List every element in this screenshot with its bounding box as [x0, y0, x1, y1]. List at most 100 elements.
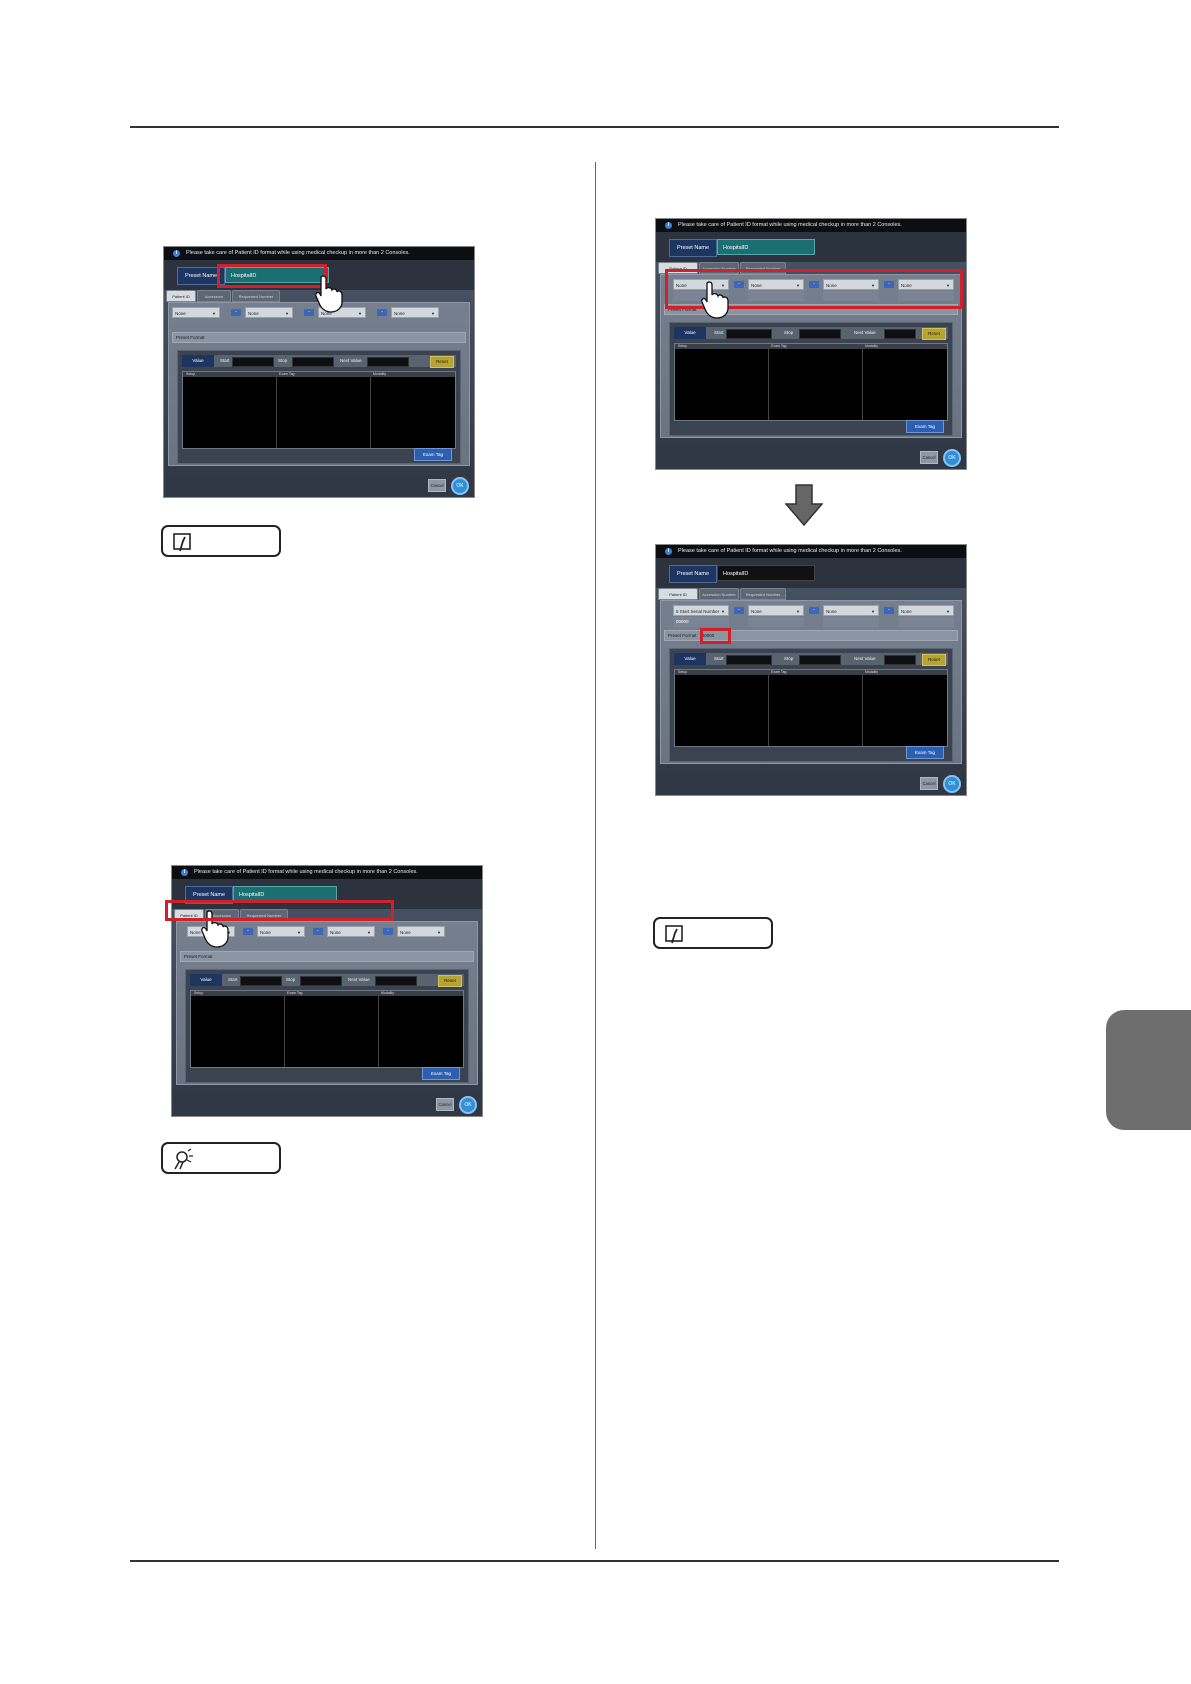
ok-button[interactable]: OK [459, 1096, 477, 1114]
separator-button-1[interactable]: - [231, 309, 241, 316]
separator-button-2[interactable]: - [313, 928, 323, 935]
reset-button[interactable]: Reset [438, 975, 462, 987]
separator-button-1[interactable]: - [243, 928, 253, 935]
notice-bar: i Please take care of Patient ID format w… [656, 545, 966, 558]
reset-button[interactable]: Reset [922, 654, 946, 666]
format-field-2[interactable]: None ▼ [245, 307, 293, 318]
next-value-label: Next Value [348, 977, 370, 982]
col-exam-tag: Exam Tag [771, 344, 787, 348]
footer-bar: Cancel OK [164, 474, 474, 497]
stop-label: Stop [784, 330, 794, 335]
start-input[interactable] [232, 357, 274, 367]
separator-button-2[interactable]: - [809, 607, 819, 614]
preset-name-label: Preset Name [669, 239, 717, 257]
separator-button-3[interactable]: - [377, 309, 387, 316]
value-button[interactable]: Value [674, 653, 706, 665]
memo-icon [173, 533, 191, 552]
exam-tag-button[interactable]: Exam Tag [414, 448, 452, 461]
col-modality: Modality [865, 670, 879, 674]
start-label: Start [228, 977, 238, 982]
format-field-4[interactable]: None ▼ [391, 307, 439, 318]
ok-button[interactable]: OK [943, 775, 961, 793]
start-input[interactable] [726, 329, 772, 339]
format-field-1[interactable]: 5 Start Serial Number ▼ [673, 605, 729, 616]
value-button[interactable]: Value [182, 355, 214, 367]
separator-button-2[interactable]: - [304, 309, 314, 316]
format-field-4[interactable]: None ▼ [898, 605, 954, 616]
preset-format-row: Preset Format [180, 951, 474, 962]
reset-button[interactable]: Reset [922, 328, 946, 340]
stop-input[interactable] [799, 329, 841, 339]
col-exam-tag: Exam Tag [771, 670, 787, 674]
ok-button[interactable]: OK [451, 477, 469, 495]
exam-tag-table: Setup Exam Tag Modality [674, 343, 948, 421]
next-value-label: Next Value [340, 358, 362, 363]
stop-input[interactable] [799, 655, 841, 665]
separator-button-3[interactable]: - [884, 607, 894, 614]
value-area: Value Start Stop Next Value Reset Setup … [669, 322, 953, 436]
screenshot-result: i Please take care of Patient ID format w… [655, 544, 967, 796]
footer-bar: Cancel OK [656, 772, 966, 795]
notice-text: Please take care of Patient ID format wh… [186, 250, 410, 256]
preset-format-row: Preset Format [172, 332, 466, 343]
format-field-1[interactable]: None ▼ [172, 307, 220, 318]
separator-button-3[interactable]: - [383, 928, 393, 935]
format-field-2[interactable]: None ▼ [257, 926, 305, 937]
reset-button[interactable]: Reset [430, 356, 454, 368]
screenshot-format-fields: i Please take care of Patient ID format w… [655, 218, 967, 470]
col-setup: Setup [678, 670, 688, 674]
tab-requested-number[interactable]: Requested Number [232, 290, 280, 302]
separator-button-1[interactable]: - [734, 607, 744, 614]
stop-label: Stop [286, 977, 296, 982]
value-area: Value Start Stop Next Value Reset Setup … [177, 350, 461, 464]
col-setup: Setup [194, 991, 204, 995]
cancel-button[interactable]: Cancel [920, 777, 938, 790]
stop-input[interactable] [300, 976, 342, 986]
exam-tag-button[interactable]: Exam Tag [906, 746, 944, 759]
screenshot-preset-name: i Please take care of Patient ID format w… [163, 246, 475, 498]
exam-tag-table: Setup Exam Tag Modality [182, 371, 456, 449]
next-value-input [884, 655, 916, 665]
value-button[interactable]: Value [190, 974, 222, 986]
format-panel: 5 Start Serial Number ▼ 00000 - None ▼ - N… [660, 600, 962, 764]
cancel-button[interactable]: Cancel [428, 479, 446, 492]
start-input[interactable] [240, 976, 282, 986]
stop-label: Stop [784, 656, 794, 661]
start-label: Start [714, 656, 724, 661]
exam-tag-button[interactable]: Exam Tag [422, 1067, 460, 1080]
preset-format-highlight-frame [700, 628, 731, 644]
tip-bulb-icon [174, 1148, 193, 1170]
col-setup: Setup [186, 372, 196, 376]
tab-accession-number[interactable]: Accession Number [197, 290, 231, 311]
tab-patient-id[interactable]: Patient ID [658, 588, 698, 600]
tab-bar: Patient ID Accession Number Requested Nu… [656, 588, 966, 600]
start-label: Start [714, 330, 724, 335]
format-field-2[interactable]: None ▼ [748, 605, 804, 616]
stop-input[interactable] [292, 357, 334, 367]
cancel-button[interactable]: Cancel [436, 1098, 454, 1111]
column-divider [595, 162, 596, 1549]
format-field-3[interactable]: None ▼ [327, 926, 375, 937]
format-field-3[interactable]: None ▼ [823, 605, 879, 616]
cancel-button[interactable]: Cancel [920, 451, 938, 464]
info-icon: i [665, 222, 672, 229]
preset-name-input[interactable]: HospitalID [717, 239, 815, 255]
value-row: Value Start Stop Next Value Reset [674, 653, 948, 666]
tab-patient-id[interactable]: Patient ID [166, 290, 196, 302]
preset-name-label: Preset Name [669, 565, 717, 583]
down-arrow-icon [785, 484, 823, 526]
value-row: Value Start Stop Next Value Reset [674, 327, 948, 340]
preset-name-input[interactable]: HospitalID [717, 565, 815, 581]
ok-button[interactable]: OK [943, 449, 961, 467]
value-button[interactable]: Value [674, 327, 706, 339]
tab-accession-number[interactable]: Accession Number [699, 588, 739, 600]
stop-label: Stop [278, 358, 288, 363]
format-field-4[interactable]: None ▼ [397, 926, 445, 937]
notice-text: Please take care of Patient ID format wh… [678, 548, 902, 554]
notice-bar: i Please take care of Patient ID format w… [656, 219, 966, 232]
exam-tag-button[interactable]: Exam Tag [906, 420, 944, 433]
tab-requested-number[interactable]: Requested Number [740, 588, 786, 600]
start-input[interactable] [726, 655, 772, 665]
value-row: Value Start Stop Next Value Reset [190, 974, 464, 987]
notice-text: Please take care of Patient ID format wh… [678, 222, 902, 228]
